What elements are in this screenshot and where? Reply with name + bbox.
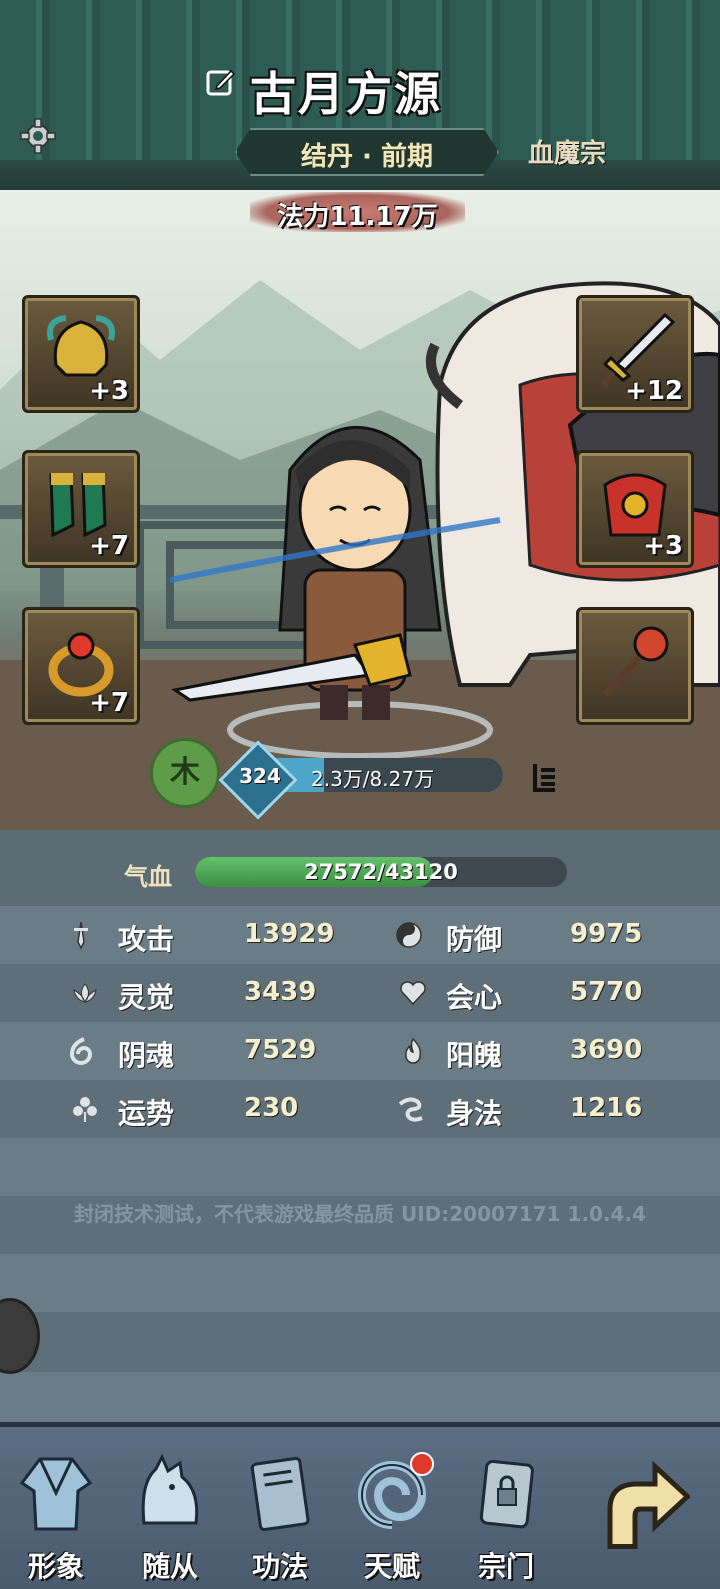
edit-name-icon[interactable]: [205, 66, 237, 98]
equip-level: +7: [89, 688, 129, 718]
clover-icon: [73, 1097, 97, 1122]
stat-value: 3439: [244, 977, 317, 1007]
stat-value: 1216: [570, 1093, 643, 1123]
empty-row: [0, 1138, 720, 1196]
nav-companion[interactable]: 随从: [120, 1449, 220, 1583]
wind-icon: [398, 1097, 423, 1122]
exp-text: 2.3万/8.27万: [311, 767, 435, 791]
stat-name: 攻击: [118, 923, 175, 956]
equip-level: +3: [89, 376, 129, 406]
stat-value: 5770: [570, 977, 643, 1007]
scroll-lock-icon: [479, 1459, 534, 1529]
stat-name: 阴魂: [118, 1039, 175, 1072]
stat-value: 7529: [244, 1035, 317, 1065]
hp-bar: 27572/43120: [195, 857, 567, 887]
stat-name: 会心: [446, 981, 503, 1014]
equip-level: +7: [89, 531, 129, 561]
equip-slot-ring[interactable]: +7: [22, 607, 140, 725]
power-text: 法力11.17万: [277, 202, 438, 232]
stat-name: 防御: [446, 923, 503, 956]
equip-slot-helmet[interactable]: +3: [22, 295, 140, 413]
stat-value: 230: [244, 1093, 299, 1123]
sect-name[interactable]: 血魔宗: [528, 133, 606, 170]
swirl-icon: [69, 1037, 93, 1065]
stat-name: 阳魄: [446, 1039, 503, 1072]
nav-techniques[interactable]: 功法: [230, 1449, 330, 1583]
equip-level: +12: [625, 376, 683, 406]
yinyang-icon: [396, 922, 422, 948]
stat-name: 灵觉: [118, 981, 175, 1014]
nav-return[interactable]: [590, 1449, 700, 1579]
stat-row: 灵觉 3439 会心 5770: [0, 964, 720, 1022]
heart-icon: [400, 981, 426, 1006]
player-name: 古月方源: [250, 67, 442, 121]
stat-row: 攻击 13929 防御 9975: [0, 906, 720, 964]
nav-label: 宗门: [477, 1550, 534, 1583]
flame-icon: [405, 1037, 422, 1064]
hp-text: 27572/43120: [304, 860, 458, 884]
nav-sect[interactable]: 宗门: [456, 1449, 556, 1583]
equip-slot-armor[interactable]: +3: [576, 450, 694, 568]
notification-badge: [410, 1452, 434, 1476]
realm-banner: 结丹 · 前期: [235, 128, 499, 176]
equip-level: +3: [643, 531, 683, 561]
settings-gear-icon[interactable]: [20, 118, 56, 154]
book-icon: [250, 1456, 310, 1531]
robe-icon: [20, 1457, 92, 1531]
stat-row: 阴魂 7529 阳魄 3690: [0, 1022, 720, 1080]
stat-value: 9975: [570, 919, 643, 949]
watermark-text: 封闭技术测试，不代表游戏最终品质 UID:20007171 1.0.4.4: [74, 1202, 646, 1226]
realm-text: 结丹 · 前期: [301, 142, 433, 172]
stat-value: 13929: [244, 919, 335, 949]
stat-name: 身法: [446, 1097, 503, 1130]
empty-row: [0, 1254, 720, 1312]
wolf-icon: [141, 1453, 199, 1525]
nav-label: 随从: [141, 1550, 198, 1583]
nav-label: 形象: [27, 1550, 84, 1583]
equip-slot-boots[interactable]: +7: [22, 450, 140, 568]
equip-slot-weapon[interactable]: +12: [576, 295, 694, 413]
stat-row: 运势 230 身法 1216: [0, 1080, 720, 1138]
mace-icon: [602, 626, 669, 697]
detail-list-icon[interactable]: [527, 760, 561, 794]
nav-appearance[interactable]: 形象: [6, 1449, 106, 1583]
nav-label: 天赋: [363, 1550, 420, 1583]
player-character-sprite[interactable]: [170, 400, 530, 730]
equip-slot-mace[interactable]: [576, 607, 694, 725]
empty-row: [0, 1372, 720, 1422]
stat-value: 3690: [570, 1035, 643, 1065]
element-badge[interactable]: 木: [150, 738, 220, 808]
hp-label: 气血: [124, 863, 172, 891]
power-banner: 法力11.17万: [250, 192, 465, 232]
stat-name: 运势: [118, 1097, 175, 1130]
lotus-icon: [73, 983, 97, 1003]
level-text: 324: [239, 764, 281, 788]
bottom-nav: 形象 随从 功法 天赋 宗门: [0, 1422, 720, 1589]
empty-row: [0, 1312, 720, 1372]
dagger-icon: [74, 921, 88, 950]
return-arrow-icon: [607, 1460, 690, 1549]
nav-label: 功法: [251, 1550, 308, 1583]
